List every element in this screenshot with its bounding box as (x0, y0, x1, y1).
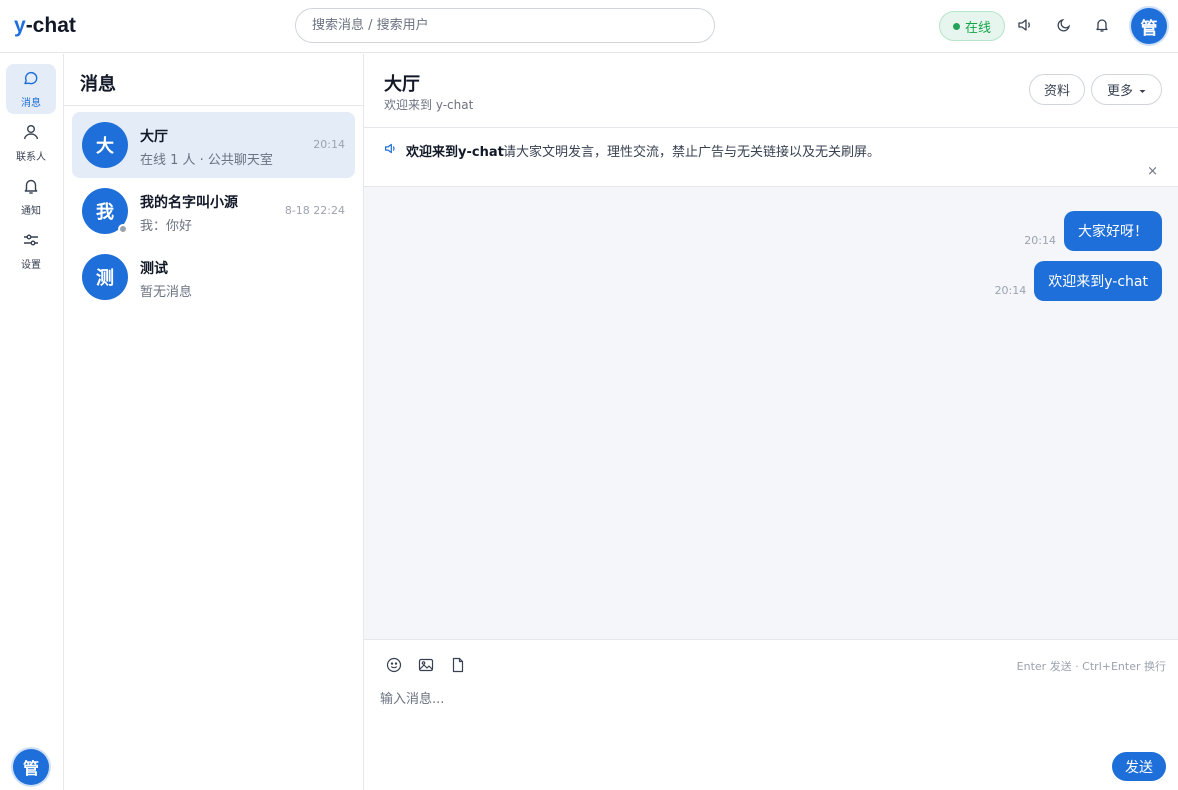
conversation-item[interactable]: 我 我的名字叫小源 我：你好 8-18 22:24 (72, 178, 355, 244)
online-status-badge[interactable]: 在线 (939, 11, 1005, 41)
conversation-time: 20:14 (313, 138, 345, 151)
search-box[interactable] (295, 8, 715, 43)
image-icon[interactable] (417, 656, 435, 674)
message-input[interactable] (380, 688, 1160, 748)
message-row: 20:14 欢迎来到y-chat (995, 261, 1162, 301)
message-list: 20:14 大家好呀！ 20:14 欢迎来到y-chat (364, 187, 1178, 639)
message-bubble: 欢迎来到y-chat (1034, 261, 1162, 301)
caret-down-icon (1139, 82, 1146, 97)
conversation-item[interactable]: 大 大厅 在线 1 人 · 公共聊天室 20:14 (72, 112, 355, 178)
conversation-avatar: 测 (82, 254, 128, 300)
nav-item-notifications[interactable]: 通知 (6, 172, 56, 222)
conversation-avatar: 大 (82, 122, 128, 168)
conversation-name: 大厅 (140, 129, 168, 145)
presence-dot (118, 224, 128, 234)
speaker-icon[interactable] (1015, 15, 1035, 35)
announcement-text: 请大家文明发言，理性交流，禁止广告与无关链接以及无关刷屏。 (503, 145, 881, 160)
profile-button[interactable]: 资料 (1029, 74, 1085, 105)
close-icon[interactable]: × (1147, 164, 1158, 179)
send-button[interactable]: 发送 (1112, 752, 1166, 781)
rail-user-avatar[interactable]: 管 (13, 749, 49, 785)
search-input[interactable] (296, 9, 714, 42)
chat-bubble-icon (22, 69, 40, 91)
nav-item-label: 消息 (21, 98, 41, 109)
keyboard-hint: Enter 发送 · Ctrl+Enter 换行 (1016, 660, 1166, 673)
conversation-preview: 我：你好 (140, 219, 193, 234)
nav-item-label: 设置 (21, 260, 41, 271)
announcement-title: 欢迎来到y-chat (406, 145, 504, 160)
bell-icon[interactable] (1092, 15, 1112, 35)
announcement-banner: 欢迎来到y-chat 请大家文明发言，理性交流，禁止广告与无关链接以及无关刷屏。… (364, 128, 1178, 187)
app-logo[interactable]: y-chat (14, 14, 76, 38)
conversation-name: 我的名字叫小源 (140, 195, 238, 211)
emoji-icon[interactable] (385, 656, 403, 674)
conversation-item[interactable]: 测 测试 暂无消息 (72, 244, 355, 310)
message-time: 20:14 (994, 284, 1027, 297)
message-row: 20:14 大家好呀！ (1024, 211, 1162, 251)
person-icon (22, 123, 40, 145)
status-dot (952, 22, 960, 30)
user-avatar[interactable]: 管 (1131, 8, 1167, 44)
file-icon[interactable] (449, 656, 467, 674)
message-time: 20:14 (1024, 234, 1056, 247)
more-button[interactable]: 更多 (1091, 74, 1162, 105)
conversation-time: 8-18 22:24 (284, 204, 345, 217)
conversation-list: 消息 大 大厅 在线 1 人 · 公共聊天室 20:14 我 我的名字叫小源 我… (64, 54, 364, 790)
nav-item-settings[interactable]: 设置 (6, 226, 56, 276)
message-bubble: 大家好呀！ (1064, 211, 1162, 251)
chat-title: 大厅 (384, 74, 420, 95)
conversation-name: 测试 (140, 261, 168, 277)
speaker-icon (384, 140, 397, 159)
conversation-list-title: 消息 (64, 54, 363, 106)
conversation-preview: 在线 1 人 · 公共聊天室 (140, 153, 273, 168)
nav-item-contacts[interactable]: 联系人 (6, 118, 56, 168)
nav-item-label: 联系人 (16, 152, 46, 163)
sliders-icon (22, 231, 40, 253)
conversation-preview: 暂无消息 (140, 285, 193, 300)
nav-rail: 消息 联系人 通知 设置 管 (0, 54, 64, 790)
top-bar: y-chat 在线 管 (0, 0, 1178, 53)
chat-panel: 大厅 欢迎来到 y-chat 资料 更多 欢迎来到y-chat 请大家文明发言，… (364, 54, 1178, 790)
moon-icon[interactable] (1054, 15, 1074, 35)
chat-header: 大厅 欢迎来到 y-chat 资料 更多 (364, 54, 1178, 128)
message-composer: Enter 发送 · Ctrl+Enter 换行 发送 (364, 639, 1178, 790)
nav-item-messages[interactable]: 消息 (6, 64, 56, 114)
status-label: 在线 (964, 20, 991, 36)
chat-subtitle: 欢迎来到 y-chat (384, 98, 474, 112)
nav-item-label: 通知 (21, 206, 41, 217)
bell-icon (22, 177, 40, 199)
